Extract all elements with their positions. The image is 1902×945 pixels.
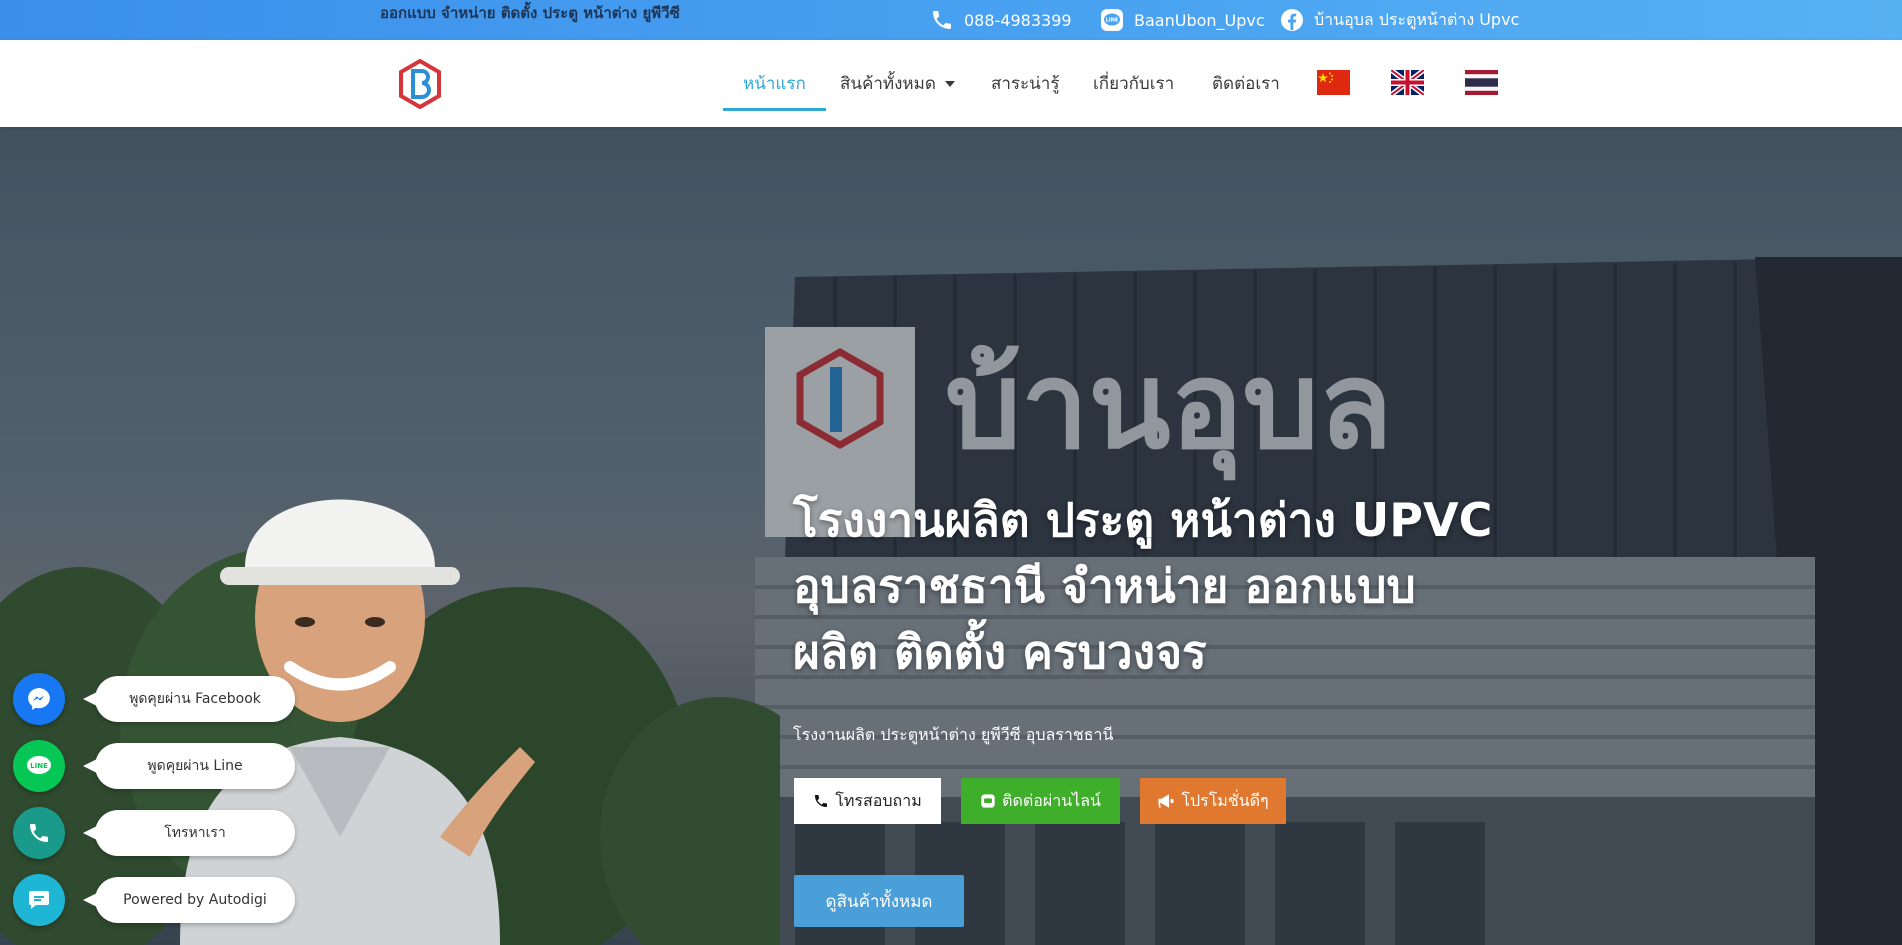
nav-contact[interactable]: ติดต่อเรา <box>1212 40 1280 127</box>
topbar-facebook[interactable]: บ้านอุบล ประตูหน้าต่าง Upvc <box>1280 0 1519 40</box>
hero-title-line-2: อุบลราชธานี จำหน่าย ออกแบบ <box>793 559 1416 613</box>
nav-all-products-label: สินค้าทั้งหมด <box>840 74 936 94</box>
chat-line-label[interactable]: พูดคุยผ่าน Line <box>83 743 295 789</box>
line-icon: LINE <box>1101 9 1123 31</box>
phone-number: 088-4983399 <box>964 10 1072 30</box>
line-icon <box>981 794 995 808</box>
line-icon[interactable]: LINE <box>13 740 65 792</box>
topbar-line[interactable]: LINE BaanUbon_Upvc <box>1100 0 1265 40</box>
caret-down-icon <box>944 80 955 87</box>
uk-flag-icon[interactable] <box>1391 70 1424 95</box>
main-header: หน้าแรก สินค้าทั้งหมด สาระน่ารู้ เกี่ยวก… <box>0 40 1902 127</box>
facebook-name: บ้านอุบล ประตูหน้าต่าง Upvc <box>1314 9 1520 29</box>
thailand-flag-icon[interactable] <box>1465 70 1498 95</box>
chat-autodigi-label[interactable]: Powered by Autodigi <box>83 877 295 923</box>
megaphone-icon <box>1158 794 1174 808</box>
svg-text:LINE: LINE <box>30 762 48 770</box>
chat-call-label[interactable]: โทรหาเรา <box>83 810 295 856</box>
top-bar: ออกแบบ จำหน่าย ติดตั้ง ประตู หน้าต่าง ยู… <box>0 0 1902 40</box>
baan-ubon-logo[interactable] <box>398 59 442 109</box>
svg-text:LINE: LINE <box>1106 18 1119 24</box>
nav-articles[interactable]: สาระน่ารู้ <box>991 40 1059 127</box>
call-button[interactable]: โทรสอบถาม <box>794 778 941 824</box>
call-button-label: โทรสอบถาม <box>835 790 922 810</box>
chat-call[interactable]: โทรหาเรา <box>13 807 296 859</box>
phone-icon[interactable] <box>13 807 65 859</box>
hero-title: โรงงานผลิต ประตู หน้าต่าง UPVC อุบลราชธา… <box>793 487 1553 685</box>
chat-bubble-icon[interactable] <box>13 874 65 926</box>
nav-all-products[interactable]: สินค้าทั้งหมด <box>840 40 955 127</box>
view-all-products-button[interactable]: ดูสินค้าทั้งหมด <box>794 875 964 927</box>
topbar-phone[interactable]: 088-4983399 <box>930 0 1072 40</box>
chat-facebook[interactable]: พูดคุยผ่าน Facebook <box>13 673 296 725</box>
nav-home[interactable]: หน้าแรก <box>723 40 826 127</box>
phone-icon <box>815 795 828 807</box>
messenger-icon[interactable] <box>13 673 65 725</box>
line-contact-button[interactable]: ติดต่อผ่านไลน์ <box>961 778 1120 824</box>
chat-facebook-label[interactable]: พูดคุยผ่าน Facebook <box>83 676 295 722</box>
phone-icon <box>933 11 951 29</box>
hero-subtitle: โรงงานผลิต ประตูหน้าต่าง ยูพีวีซี อุบลรา… <box>793 725 1114 744</box>
facebook-icon <box>1281 9 1303 31</box>
chat-autodigi[interactable]: Powered by Autodigi <box>13 874 296 926</box>
line-contact-label: ติดต่อผ่านไลน์ <box>1002 790 1101 810</box>
hero-title-line-3: ผลิต ติดตั้ง ครบวงจร <box>793 625 1207 679</box>
hero-title-line-1: โรงงานผลิต ประตู หน้าต่าง UPVC <box>793 493 1493 547</box>
line-id: BaanUbon_Upvc <box>1134 10 1265 30</box>
china-flag-icon[interactable] <box>1317 70 1350 95</box>
chat-line[interactable]: LINE พูดคุยผ่าน Line <box>13 740 296 792</box>
promotion-label: โปรโมชั่นดีๆ <box>1181 790 1269 810</box>
promotion-button[interactable]: โปรโมชั่นดีๆ <box>1140 778 1286 824</box>
nav-about[interactable]: เกี่ยวกับเรา <box>1093 40 1174 127</box>
top-tagline: ออกแบบ จำหน่าย ติดตั้ง ประตู หน้าต่าง ยู… <box>380 4 680 22</box>
